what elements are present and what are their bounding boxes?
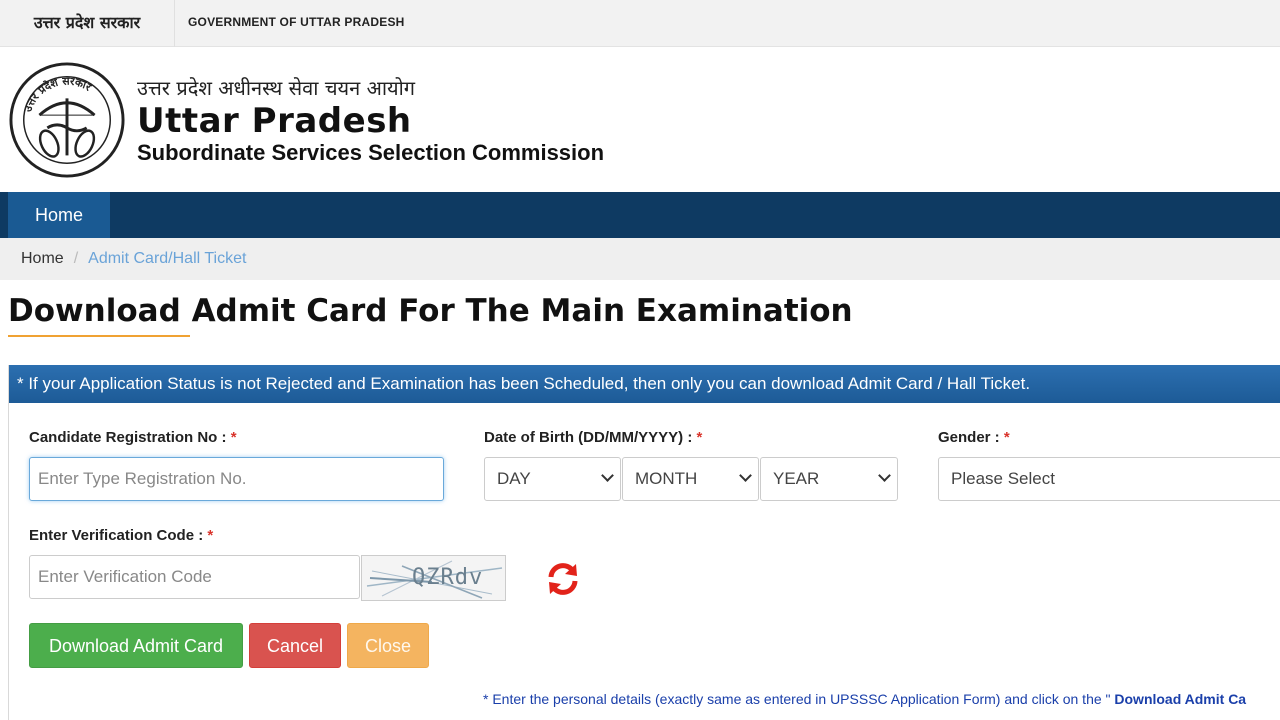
dob-month-select[interactable]: MONTH [622, 457, 759, 501]
organization-hindi-name: उत्तर प्रदेश अधीनस्थ सेवा चयन आयोग [137, 76, 416, 100]
organization-subtitle: Subordinate Services Selection Commissio… [137, 140, 605, 165]
gender-select[interactable]: Please Select [938, 457, 1280, 501]
chevron-down-icon [601, 469, 614, 482]
cancel-button[interactable]: Cancel [249, 623, 341, 668]
verification-code-input[interactable] [29, 555, 360, 599]
main-navigation: Home [0, 192, 1280, 238]
refresh-captcha-icon[interactable] [545, 561, 581, 597]
chevron-down-icon [739, 469, 752, 482]
captcha-image: QZRdv [361, 555, 506, 601]
breadcrumb: Home / Admit Card/Hall Ticket [0, 238, 1280, 280]
gender-label-text: Gender : [938, 429, 1000, 446]
captcha-text: QZRdv [412, 565, 484, 590]
dob-year-select[interactable]: YEAR [760, 457, 898, 501]
dob-day-select[interactable]: DAY [484, 457, 621, 501]
breadcrumb-current[interactable]: Admit Card/Hall Ticket [88, 250, 246, 267]
required-mark: * [230, 429, 237, 446]
dob-year-value: YEAR [773, 469, 820, 488]
chevron-down-icon [878, 469, 891, 482]
dob-label-text: Date of Birth (DD/MM/YYYY) : [484, 429, 693, 446]
site-header: उत्तर प्रदेश सरकार उत्तर प्रदेश अधीनस्थ … [0, 48, 1280, 192]
required-mark: * [207, 527, 214, 544]
government-hindi-label: उत्तर प्रदेश सरकार [0, 0, 175, 47]
admit-card-form-panel: * If your Application Status is not Reje… [8, 365, 1280, 720]
registration-label-text: Candidate Registration No : [29, 429, 227, 446]
close-button[interactable]: Close [347, 623, 429, 668]
up-emblem-logo: उत्तर प्रदेश सरकार [9, 62, 125, 178]
verification-label: Enter Verification Code : * [29, 527, 213, 544]
registration-number-input[interactable] [29, 457, 444, 501]
breadcrumb-separator: / [73, 250, 79, 267]
government-bar: उत्तर प्रदेश सरकार GOVERNMENT OF UTTAR P… [0, 0, 1280, 47]
download-admit-card-button[interactable]: Download Admit Card [29, 623, 243, 668]
registration-label: Candidate Registration No : * [29, 429, 237, 446]
instruction-note: * Enter the personal details (exactly sa… [483, 691, 1246, 707]
nav-item-home[interactable]: Home [8, 192, 110, 238]
verification-label-text: Enter Verification Code : [29, 527, 204, 544]
page-title: Download Admit Card For The Main Examina… [8, 293, 853, 329]
organization-title: Uttar Pradesh [137, 101, 412, 141]
title-underline [8, 335, 190, 337]
gender-value: Please Select [951, 469, 1055, 488]
dob-label: Date of Birth (DD/MM/YYYY) : * [484, 429, 702, 446]
gender-label: Gender : * [938, 429, 1010, 446]
required-mark: * [696, 429, 703, 446]
government-english-label: GOVERNMENT OF UTTAR PRADESH [188, 15, 405, 29]
dob-day-value: DAY [497, 469, 531, 488]
panel-notice: * If your Application Status is not Reje… [9, 365, 1280, 403]
instruction-note-bold: Download Admit Ca [1110, 691, 1247, 707]
dob-month-value: MONTH [635, 469, 698, 488]
required-mark: * [1003, 429, 1010, 446]
breadcrumb-home[interactable]: Home [21, 250, 64, 267]
instruction-note-text: * Enter the personal details (exactly sa… [483, 691, 1111, 707]
